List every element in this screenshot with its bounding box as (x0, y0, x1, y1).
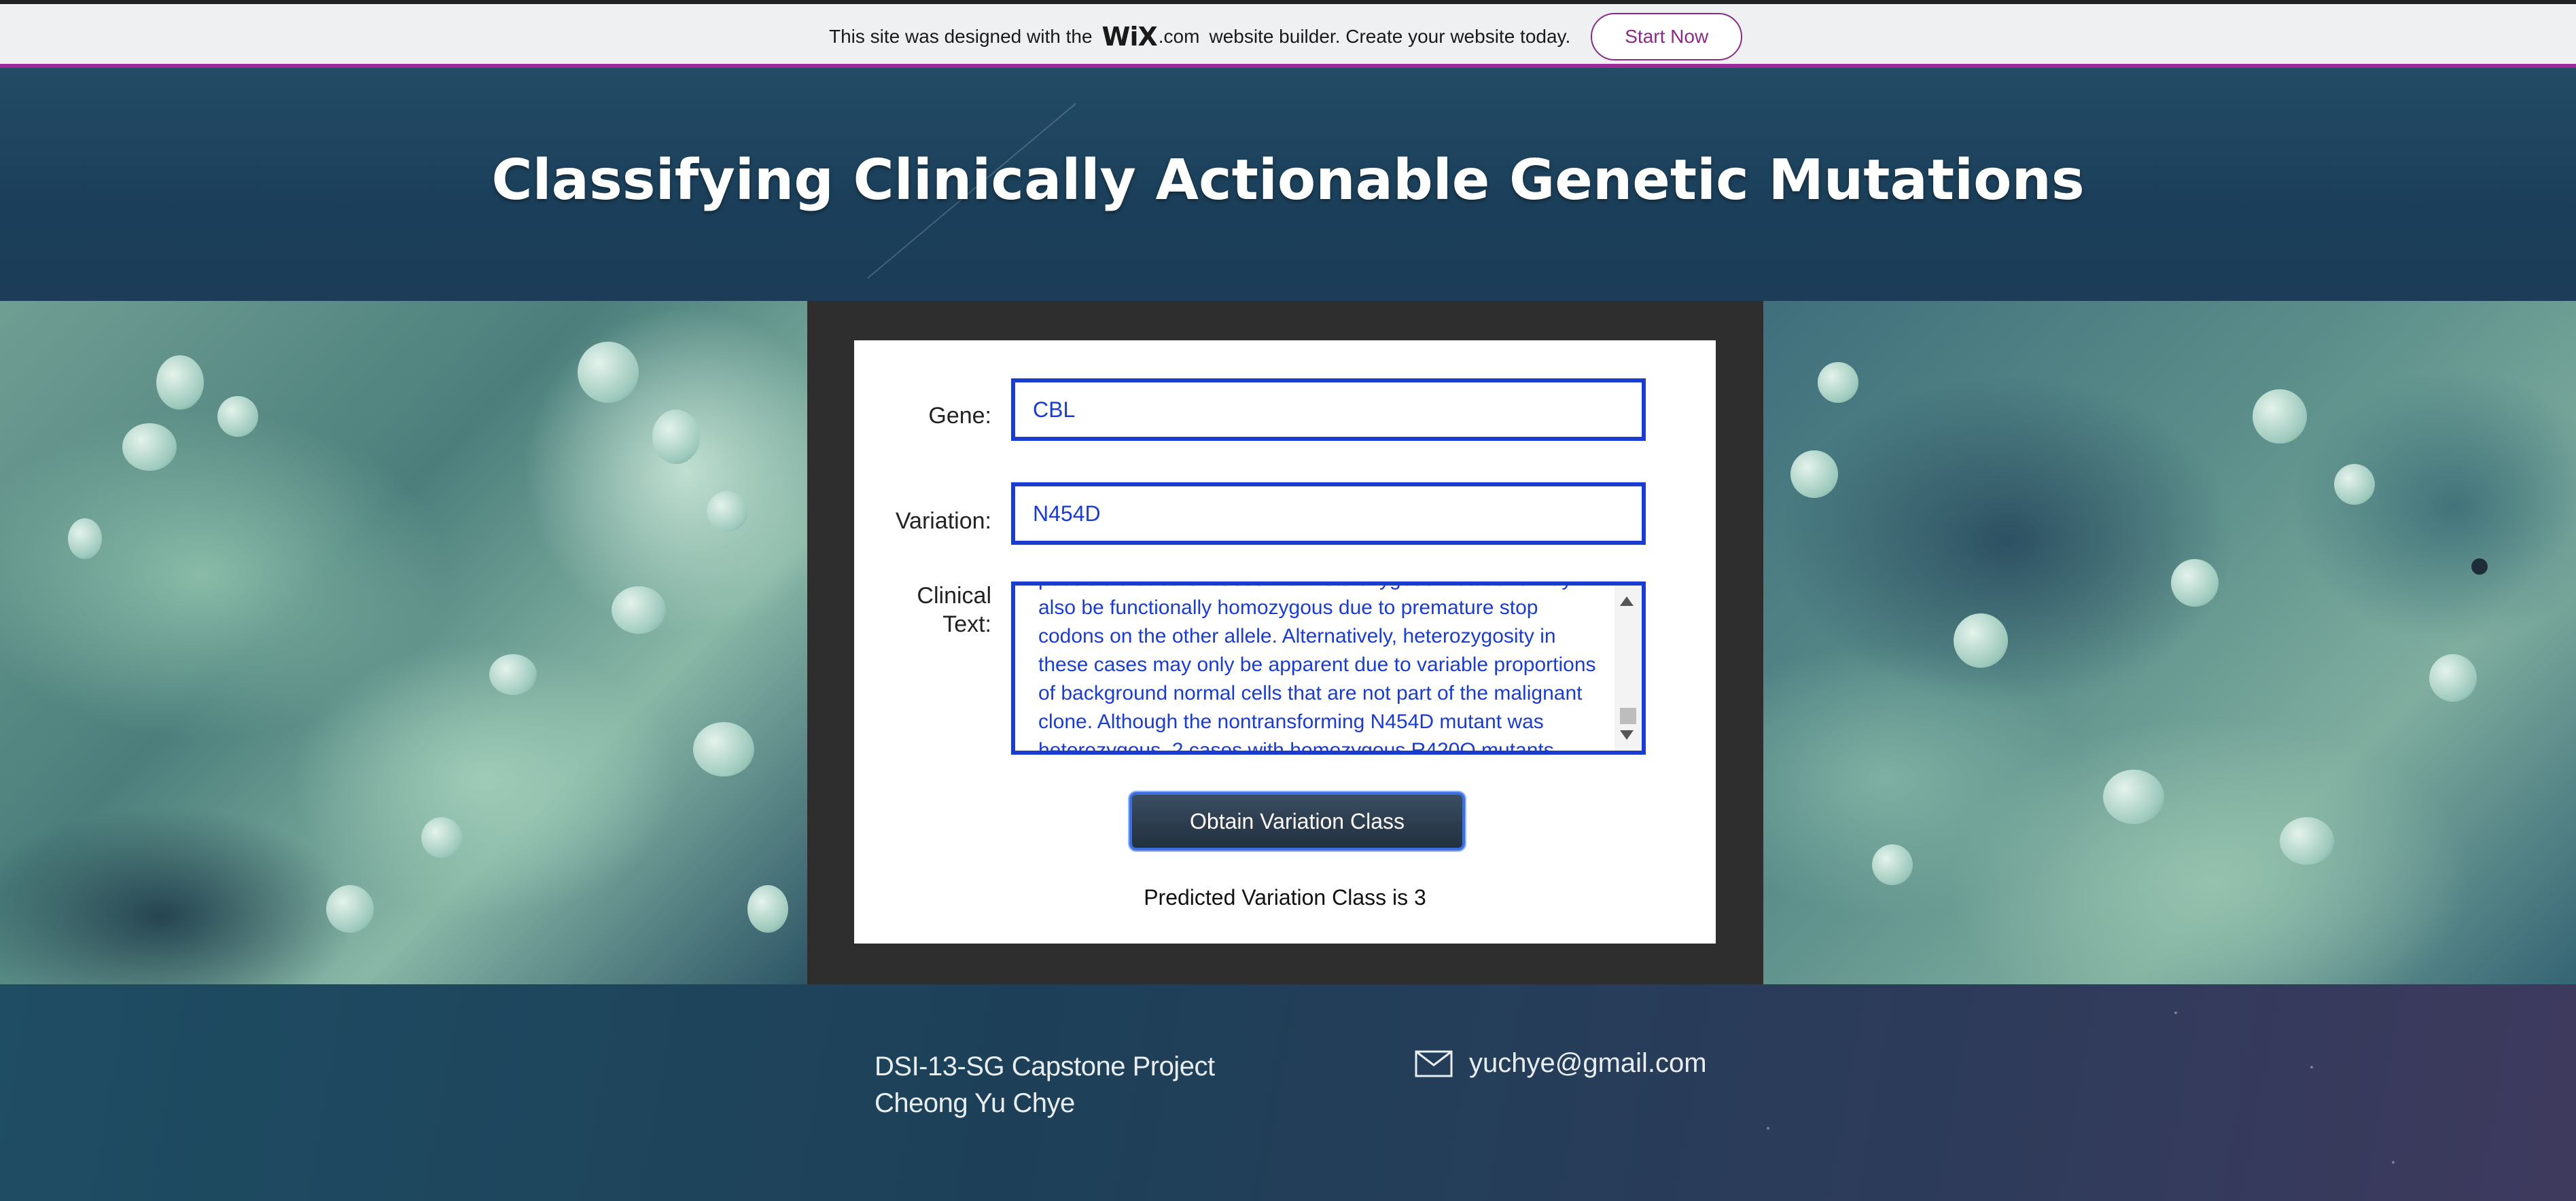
variation-input[interactable]: N454D (1011, 482, 1646, 545)
clinical-text-area[interactable]: possible that other cases with heterozyg… (1011, 581, 1646, 755)
variation-label: Variation: (895, 508, 991, 534)
cell-blob (156, 355, 204, 410)
scroll-up-icon[interactable] (1620, 596, 1634, 606)
footer-contact[interactable]: yuchye@gmail.com (1415, 1048, 1707, 1079)
author-name: Cheong Yu Chye (875, 1088, 1075, 1118)
clinical-label-line-1: Clinical (917, 583, 991, 609)
cell-blob (578, 342, 639, 403)
cell-blob (217, 396, 258, 437)
cell-blob (421, 817, 462, 858)
cell-blob (707, 491, 747, 532)
cell-blob (122, 423, 177, 471)
footer-credits: DSI-13-SG Capstone Project Cheong Yu Chy… (875, 1048, 1215, 1122)
decorative-star (2174, 1011, 2177, 1014)
cell-blob (693, 722, 754, 776)
cell-blob (1790, 450, 1838, 498)
form-card: Gene: CBL Variation: N454D Clinical Text… (854, 340, 1716, 944)
decorative-star (2310, 1066, 2313, 1069)
textarea-scrollbar[interactable] (1615, 586, 1642, 751)
cell-blob (2103, 770, 2164, 824)
header: Classifying Clinically Actionable Geneti… (0, 68, 2576, 301)
decorative-dot (2471, 558, 2488, 575)
prediction-result: Predicted Variation Class is 3 (1144, 885, 1426, 910)
cell-blob (747, 885, 788, 933)
gene-input[interactable]: CBL (1011, 378, 1646, 441)
gene-label: Gene: (928, 403, 991, 429)
cell-blob (2429, 654, 2477, 702)
decorative-star (2392, 1161, 2395, 1164)
cell-blob (1818, 362, 1858, 403)
scrollbar-thumb[interactable] (1620, 708, 1636, 724)
cell-blob (612, 586, 666, 634)
start-now-button[interactable]: Start Now (1591, 13, 1743, 60)
cell-blob (489, 654, 537, 695)
email-link[interactable]: yuchye@gmail.com (1469, 1048, 1707, 1079)
project-name: DSI-13-SG Capstone Project (875, 1052, 1215, 1081)
cell-blob (68, 518, 102, 559)
obtain-variation-class-button[interactable]: Obtain Variation Class (1129, 792, 1465, 850)
cell-image-left (0, 301, 807, 984)
clinical-text-label: Clinical Text: (917, 581, 991, 639)
clinical-label-line-2: Text: (942, 611, 991, 637)
cell-image-right (1763, 301, 2576, 984)
banner-text-before: This site was designed with the (829, 26, 1093, 47)
cell-blob (2280, 817, 2334, 865)
scroll-down-icon[interactable] (1620, 730, 1634, 740)
wix-banner: This site was designed with the WiX .com… (0, 0, 2576, 68)
cell-blob (2334, 464, 2375, 505)
cell-blob (652, 410, 700, 464)
page-title: Classifying Clinically Actionable Geneti… (491, 148, 2085, 213)
decorative-star (1767, 1127, 1769, 1130)
center-panel: Gene: CBL Variation: N454D Clinical Text… (807, 301, 1763, 984)
banner-text-after: website builder. Create your website tod… (1209, 26, 1571, 47)
cell-blob (1872, 844, 1913, 885)
mail-icon (1415, 1050, 1453, 1077)
clinical-text-content[interactable]: possible that other cases with heterozyg… (1038, 586, 1601, 751)
footer: DSI-13-SG Capstone Project Cheong Yu Chy… (0, 984, 2576, 1201)
wix-logo[interactable]: WiX (1102, 22, 1158, 52)
wix-logo-suffix: .com (1158, 26, 1200, 47)
cell-blob (2171, 559, 2219, 607)
cell-blob (1954, 613, 2008, 668)
cell-blob (2253, 389, 2307, 444)
cell-blob (326, 885, 374, 933)
